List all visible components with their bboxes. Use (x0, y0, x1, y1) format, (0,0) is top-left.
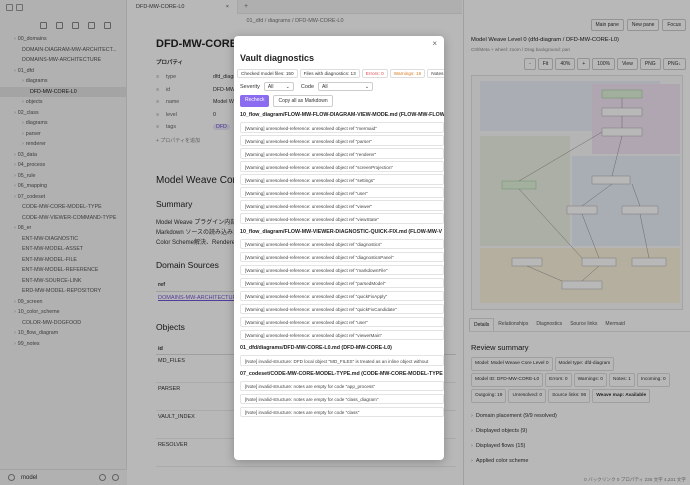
diagnostic-item[interactable]: [Warning] unresolved-reference: unresolv… (240, 174, 444, 185)
action-row: Recheck Copy all as Markdown (240, 95, 444, 107)
filter-row: Severity All ⌄ Code All ⌄ (240, 82, 444, 91)
diagnostic-item[interactable]: [Warning] unresolved-reference: unresolv… (240, 290, 444, 301)
severity-select[interactable]: All ⌄ (263, 82, 294, 91)
diagnostic-item[interactable]: [Warning] unresolved-reference: unresolv… (240, 200, 444, 211)
diagnostic-file-path[interactable]: 10_flow_diagram/FLOW-MW-VIEWER-DIAGNOSTI… (240, 229, 444, 235)
diagnostic-item[interactable]: [Warning] unresolved-reference: unresolv… (240, 122, 444, 133)
stat-badge: Warnings: 16 (389, 69, 426, 78)
diagnostic-item[interactable]: [Warning] unresolved-reference: unresolv… (240, 161, 444, 172)
diagnostic-file-path[interactable]: 01_dfd/diagrams/DFD-MW-CORE-L0.md (DFD-M… (240, 345, 444, 351)
diagnostic-item[interactable]: [Warning] unresolved-reference: unresolv… (240, 251, 444, 262)
code-label: Code (300, 83, 315, 90)
diagnostic-item[interactable]: [Warning] unresolved-reference: unresolv… (240, 329, 444, 340)
code-value: All (322, 83, 328, 90)
diagnostic-item[interactable]: [Warning] unresolved-reference: unresolv… (240, 264, 444, 275)
diagnostic-item[interactable]: [Warning] unresolved-reference: unresolv… (240, 277, 444, 288)
diagnostic-item[interactable]: [Warning] unresolved-reference: unresolv… (240, 238, 444, 249)
diagnostic-item[interactable]: [Warning] unresolved-reference: unresolv… (240, 135, 444, 146)
severity-label: Severity (240, 83, 260, 90)
stat-badge: Notes (427, 69, 444, 78)
severity-value: All (267, 83, 274, 90)
diagnostic-file-path[interactable]: 10_flow_diagram/FLOW-MW-FLOW-DIAGRAM-VIE… (240, 112, 444, 118)
modal-title: Vault diagnostics (240, 53, 315, 63)
diagnostics-list: 10_flow_diagram/FLOW-MW-FLOW-DIAGRAM-VIE… (234, 112, 444, 417)
stat-badge: Errors: 0 (361, 69, 388, 78)
diagnostic-item[interactable]: [Warning] unresolved-reference: unresolv… (240, 213, 444, 224)
stat-badge: Files with diagnostics: 13 (299, 69, 360, 78)
diagnostic-item[interactable]: [Note] invalid-structure: DFD local obje… (240, 355, 444, 366)
recheck-button[interactable]: Recheck (240, 95, 270, 107)
chevron-down-icon: ⌄ (364, 83, 370, 90)
copy-markdown-button[interactable]: Copy all as Markdown (273, 95, 333, 107)
diagnostic-item[interactable]: [Note] invalid-structure: notes are empt… (240, 393, 444, 404)
diagnostic-item[interactable]: [Note] invalid-structure: notes are empt… (240, 406, 444, 417)
stat-badge: Checked model files: 150 (237, 69, 298, 78)
vault-diagnostics-modal: × Vault diagnostics Checked model files:… (234, 36, 444, 460)
chevron-down-icon: ⌄ (285, 83, 290, 90)
diagnostic-stats: Checked model files: 150 Files with diagn… (237, 69, 444, 78)
diagnostic-file-path[interactable]: 07_codeset/CODE-MW-CORE-MODEL-TYPE.md (C… (240, 371, 444, 377)
diagnostic-item[interactable]: [Warning] unresolved-reference: unresolv… (240, 316, 444, 327)
modal-close-icon[interactable]: × (432, 39, 437, 48)
diagnostic-item[interactable]: [Note] invalid-structure: notes are empt… (240, 380, 444, 391)
diagnostic-item[interactable]: [Warning] unresolved-reference: unresolv… (240, 148, 444, 159)
code-select[interactable]: All ⌄ (318, 82, 374, 91)
diagnostic-item[interactable]: [Warning] unresolved-reference: unresolv… (240, 187, 444, 198)
diagnostic-item[interactable]: [Warning] unresolved-reference: unresolv… (240, 303, 444, 314)
